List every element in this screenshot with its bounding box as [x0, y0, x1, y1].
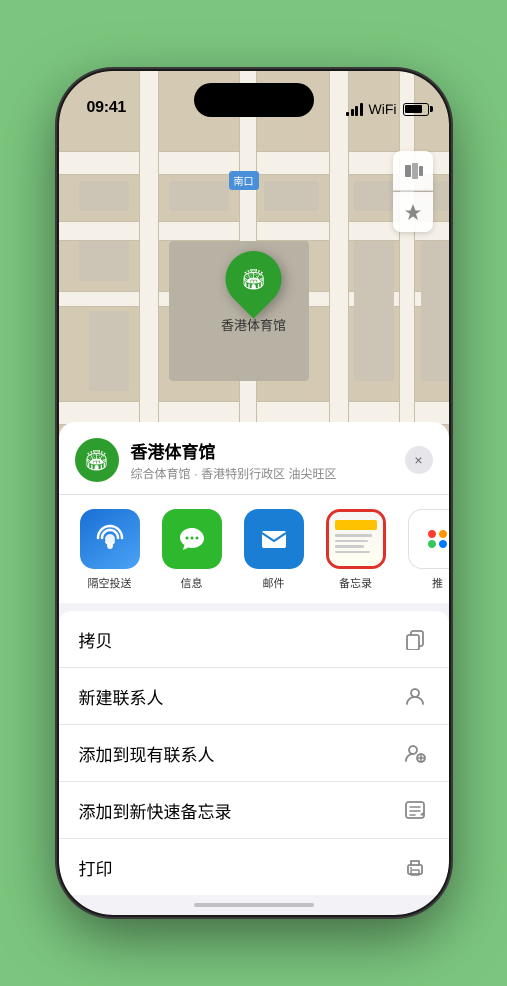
status-icons: WiFi	[346, 101, 429, 117]
more-icon	[408, 509, 449, 569]
notes-icon	[329, 512, 383, 566]
list-section: 拷贝 新建联系人	[59, 611, 449, 895]
notes-label: 备忘录	[339, 575, 372, 591]
action-more[interactable]: 推	[403, 509, 449, 591]
map-type-button[interactable]	[393, 151, 433, 191]
location-button[interactable]	[393, 192, 433, 232]
airdrop-icon	[80, 509, 140, 569]
list-item-new-contact-label: 新建联系人	[79, 684, 164, 709]
list-item-new-contact[interactable]: 新建联系人	[59, 668, 449, 725]
mail-icon	[244, 509, 304, 569]
venue-sheet-sub: 综合体育馆 · 香港特别行政区 油尖旺区	[131, 465, 393, 482]
home-indicator	[194, 903, 314, 907]
sheet-header: 🏟 香港体育馆 综合体育馆 · 香港特别行政区 油尖旺区 ×	[59, 422, 449, 494]
print-icon	[401, 853, 429, 881]
airdrop-label: 隔空投送	[88, 575, 132, 591]
map-controls[interactable]	[393, 151, 433, 232]
mail-label: 邮件	[263, 575, 285, 591]
messages-label: 信息	[181, 575, 203, 591]
add-contact-icon	[401, 739, 429, 767]
list-item-copy-label: 拷贝	[79, 627, 113, 652]
station-label: 南口	[229, 171, 259, 190]
action-mail[interactable]: 邮件	[239, 509, 309, 591]
list-item-add-contact-label: 添加到现有联系人	[79, 741, 215, 766]
signal-icon	[346, 102, 363, 116]
action-notes[interactable]: 备忘录	[321, 509, 391, 591]
messages-icon	[162, 509, 222, 569]
action-airdrop[interactable]: 隔空投送	[75, 509, 145, 591]
quick-note-icon	[401, 796, 429, 824]
list-item-quick-note[interactable]: 添加到新快速备忘录	[59, 782, 449, 839]
venue-sheet-name: 香港体育馆	[131, 438, 393, 463]
list-item-print-label: 打印	[79, 855, 113, 880]
list-item-print[interactable]: 打印	[59, 839, 449, 895]
bottom-sheet: 🏟 香港体育馆 综合体育馆 · 香港特别行政区 油尖旺区 ×	[59, 422, 449, 915]
action-messages[interactable]: 信息	[157, 509, 227, 591]
close-button[interactable]: ×	[405, 446, 433, 474]
more-label: 推	[432, 575, 443, 591]
dynamic-island	[194, 83, 314, 117]
venue-marker: 🏟 香港体育馆	[221, 251, 286, 334]
new-contact-icon	[401, 682, 429, 710]
venue-sheet-icon: 🏟	[75, 438, 119, 482]
actions-row: 隔空投送 信息	[59, 494, 449, 603]
wifi-icon: WiFi	[369, 101, 397, 117]
status-time: 09:41	[87, 99, 126, 117]
phone-frame: 09:41 WiFi	[59, 71, 449, 915]
list-item-quick-note-label: 添加到新快速备忘录	[79, 798, 232, 823]
list-item-add-contact[interactable]: 添加到现有联系人	[59, 725, 449, 782]
venue-pin: 🏟	[214, 239, 293, 318]
copy-icon	[401, 625, 429, 653]
venue-info: 香港体育馆 综合体育馆 · 香港特别行政区 油尖旺区	[131, 438, 393, 482]
battery-icon	[403, 103, 429, 116]
list-item-copy[interactable]: 拷贝	[59, 611, 449, 668]
